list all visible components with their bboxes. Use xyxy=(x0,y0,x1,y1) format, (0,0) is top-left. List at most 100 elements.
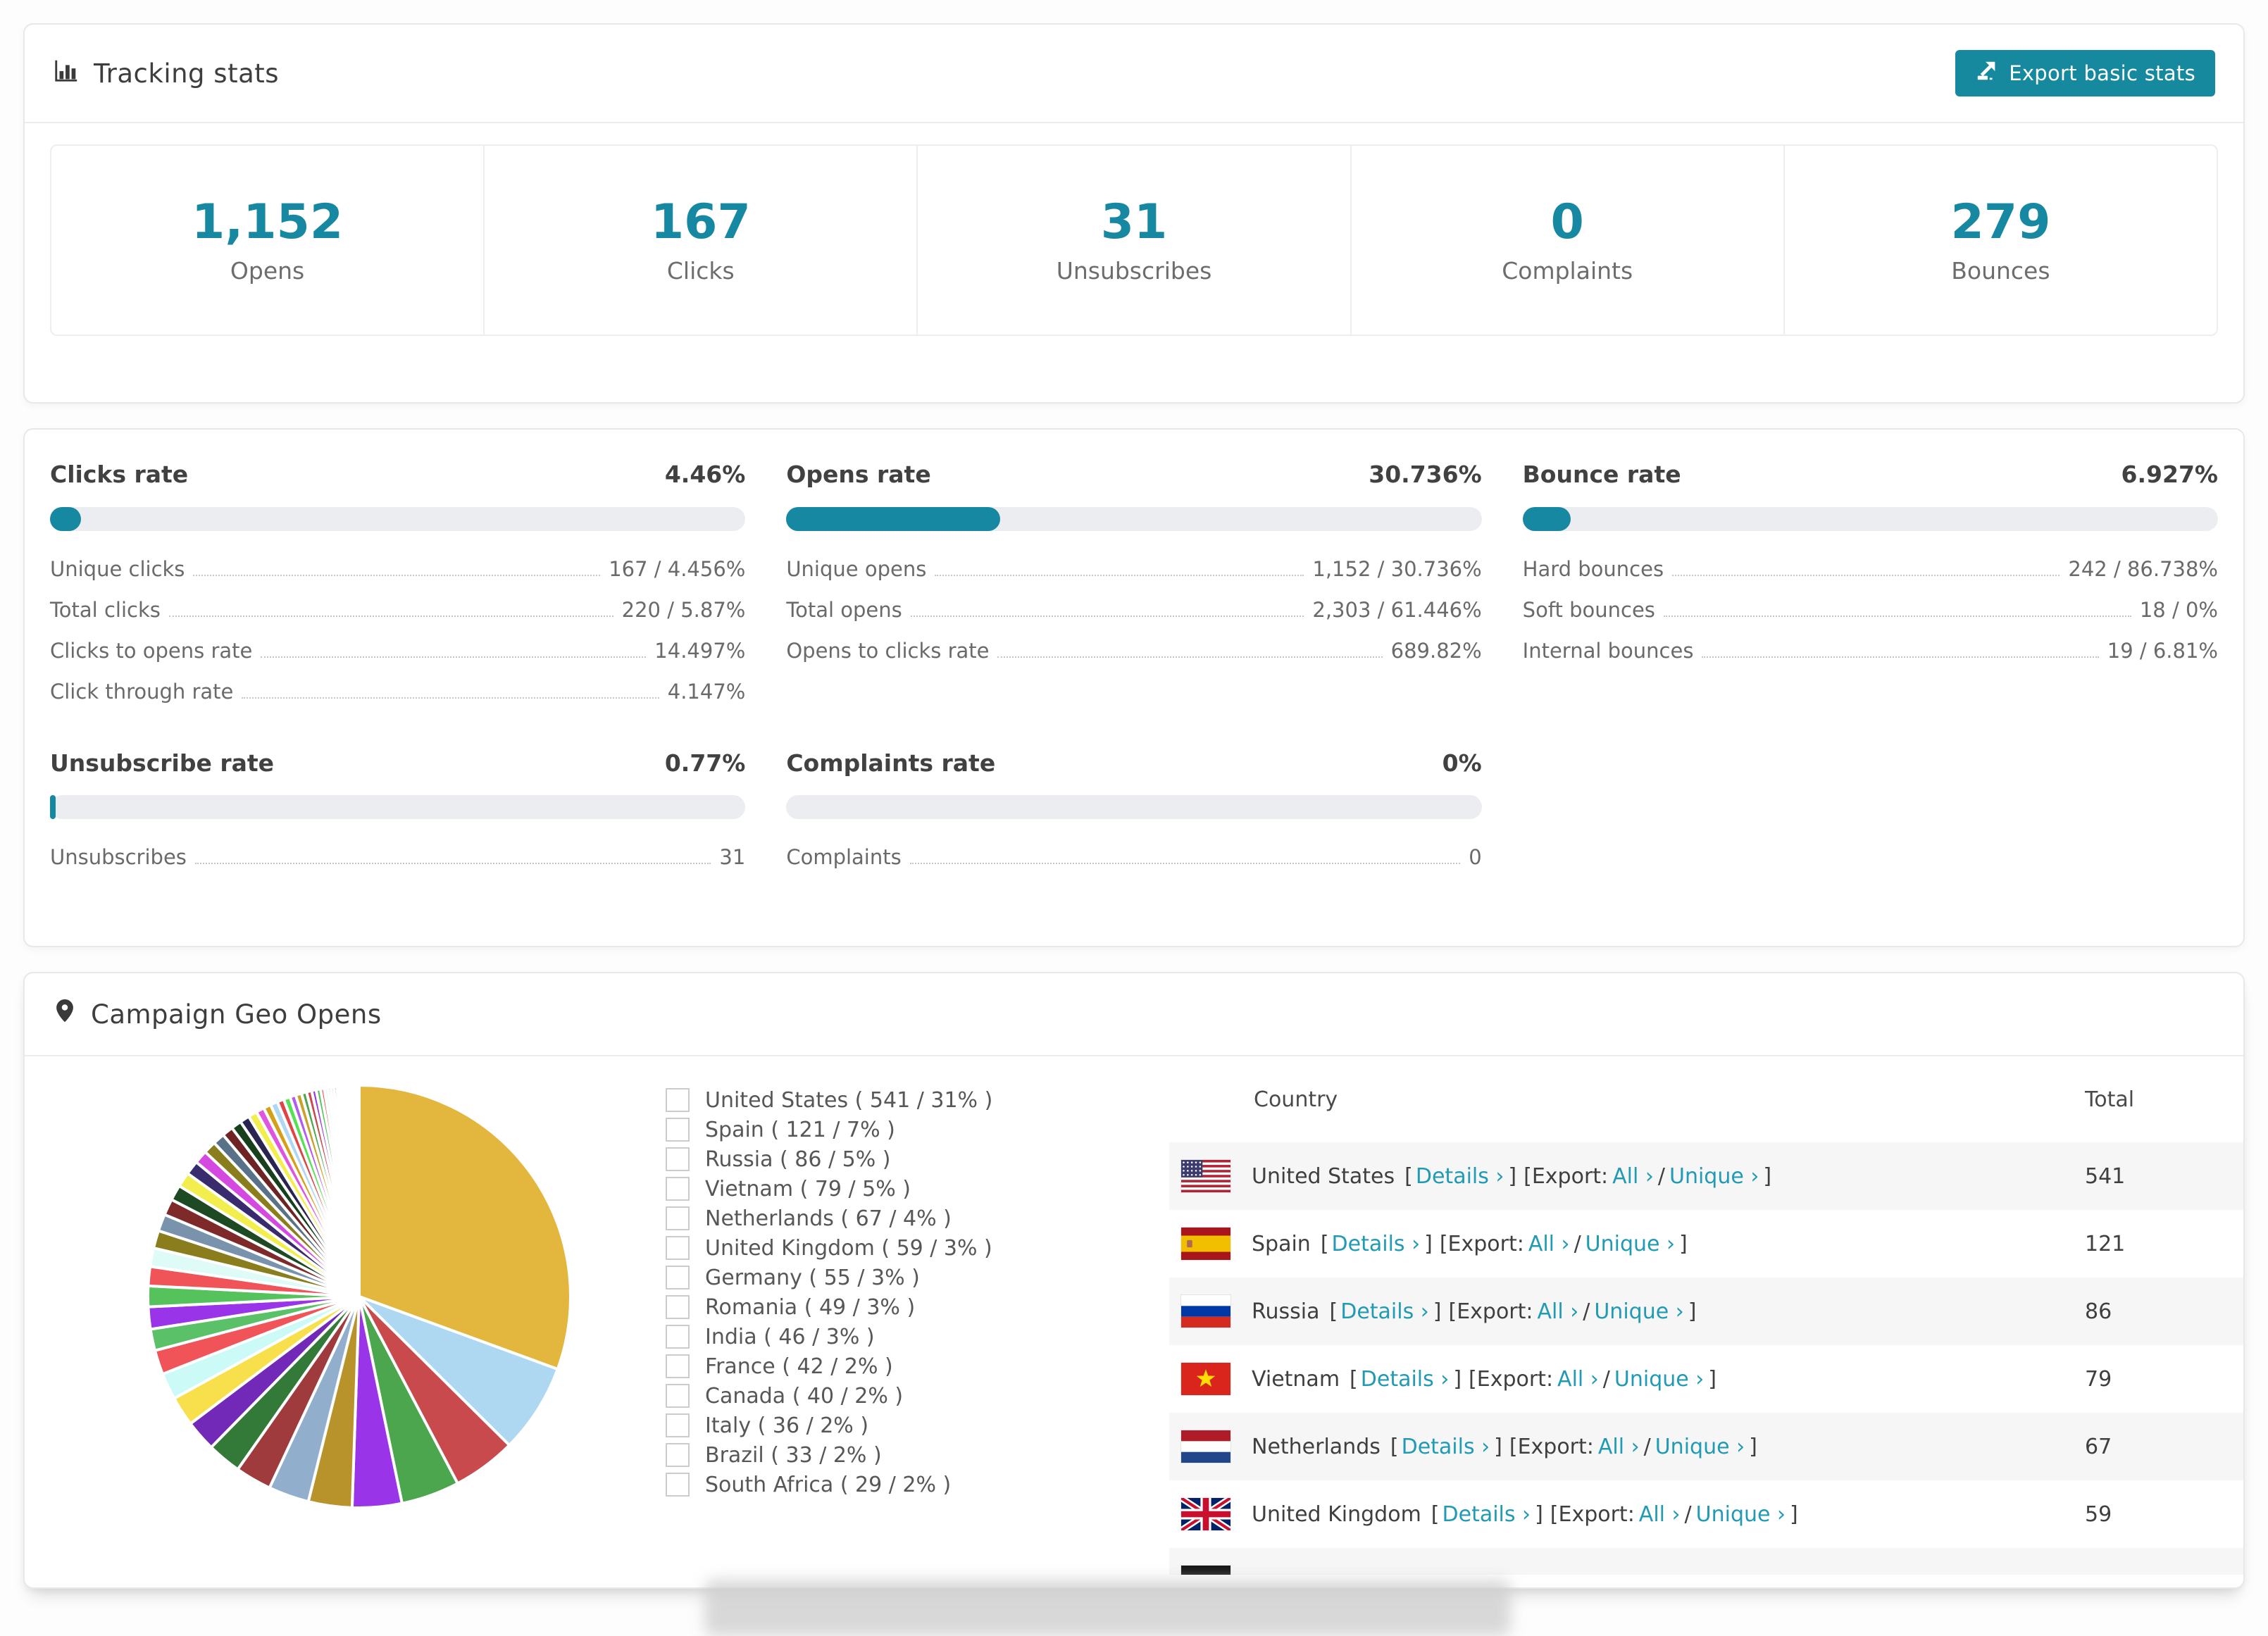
dotted-leader xyxy=(242,697,659,699)
export-all-link[interactable]: All › xyxy=(1538,1299,1579,1324)
rate-detail-row: Unique opens 1,152 / 30.736% xyxy=(786,556,1481,581)
legend-item: United States ( 541 / 31% ) xyxy=(666,1085,1032,1115)
rates-card: Clicks rate 4.46% Unique clicks 167 / 4.456… xyxy=(23,428,2245,947)
geo-title: Campaign Geo Opens xyxy=(91,999,382,1030)
country-header-cell: Country xyxy=(1254,1087,1338,1112)
export-unique-link[interactable]: Unique › xyxy=(1669,1164,1759,1189)
campaign-geo-opens-card: Campaign Geo Opens United States ( 541 /… xyxy=(23,972,2245,1589)
legend-item: South Africa ( 29 / 2% ) xyxy=(666,1470,1032,1499)
dotted-leader xyxy=(909,863,1461,865)
dotted-leader xyxy=(194,863,711,865)
details-link[interactable]: Details › xyxy=(1361,1367,1450,1392)
stat-value: 279 xyxy=(1950,194,2051,250)
export-unique-link[interactable]: Unique › xyxy=(1696,1502,1786,1527)
rate-detail-row: Total clicks 220 / 5.87% xyxy=(50,597,745,622)
tracking-stats-card: Tracking stats Export basic stats 1,152 O… xyxy=(23,23,2245,404)
offscreen-element-shadow xyxy=(704,1580,1511,1636)
export-all-link[interactable]: All › xyxy=(1612,1164,1654,1189)
rate-detail-label: Unique clicks xyxy=(50,556,185,581)
country-name: United Kingdom xyxy=(1252,1501,1421,1527)
dotted-leader xyxy=(935,574,1304,576)
geo-legend: United States ( 541 / 31% ) Spain ( 121 /… xyxy=(666,1085,1032,1499)
map-pin-icon xyxy=(53,997,77,1032)
rate-detail-row: Internal bounces 19 / 6.81% xyxy=(1523,640,2218,661)
rate-detail-value: 689.82% xyxy=(1390,638,1482,663)
legend-label: Russia ( 86 / 5% ) xyxy=(705,1147,891,1172)
legend-label: Spain ( 121 / 7% ) xyxy=(705,1117,895,1142)
rate-detail-value: 14.497% xyxy=(654,638,746,663)
legend-item: Vietnam ( 79 / 5% ) xyxy=(666,1174,1032,1204)
total-cell: 59 xyxy=(2085,1501,2112,1527)
rate-block-opens-rate: Opens rate 30.736% Unique opens 1,152 / 30.… xyxy=(786,461,1482,723)
rate-detail-label: Soft bounces xyxy=(1522,597,1655,622)
stat-label: Clicks xyxy=(666,256,735,285)
export-all-link[interactable]: All › xyxy=(1557,1367,1599,1392)
export-unique-link[interactable]: Unique › xyxy=(1614,1367,1704,1392)
export-icon xyxy=(1975,59,1999,88)
country-flag-icon xyxy=(1180,1497,1231,1531)
rate-detail-value: 167 / 4.456% xyxy=(609,556,746,581)
details-link[interactable]: Details › xyxy=(1402,1435,1490,1459)
details-link[interactable]: Details › xyxy=(1443,1502,1531,1527)
country-name: Vietnam xyxy=(1252,1366,1340,1392)
rate-title: Unsubscribe rate xyxy=(50,749,275,777)
legend-swatch xyxy=(666,1443,690,1467)
legend-item: Russia ( 86 / 5% ) xyxy=(666,1144,1032,1174)
total-cell: 121 xyxy=(2085,1231,2126,1256)
stat-label: Unsubscribes xyxy=(1056,256,1212,285)
rate-block-unsubscribe-rate: Unsubscribe rate 0.77% Unsubscribes 31 xyxy=(50,749,746,889)
progress-bar-track xyxy=(50,506,746,531)
geo-header: Campaign Geo Opens xyxy=(25,973,2243,1056)
table-row: United States[Details ›] [Export: All › / Un… xyxy=(1169,1142,2243,1210)
rate-value: 30.736% xyxy=(1369,461,1482,488)
page-title: Tracking stats xyxy=(94,58,280,89)
export-unique-link[interactable]: Unique › xyxy=(1585,1232,1675,1256)
table-row: Russia[Details ›] [Export: All › / Unique ›]… xyxy=(1169,1278,2243,1345)
stat-value: 0 xyxy=(1550,194,1584,250)
rate-detail-label: Unique opens xyxy=(786,556,927,581)
export-all-link[interactable]: All › xyxy=(1598,1435,1640,1459)
rate-detail-value: 242 / 86.738% xyxy=(2068,556,2218,581)
export-all-link[interactable]: All › xyxy=(1639,1502,1681,1527)
rate-detail-row: Hard bounces 242 / 86.738% xyxy=(1523,556,2218,581)
legend-item: Brazil ( 33 / 2% ) xyxy=(666,1440,1032,1470)
export-unique-link[interactable]: Unique › xyxy=(1594,1299,1683,1324)
details-link[interactable]: Details › xyxy=(1340,1299,1429,1324)
rate-title: Clicks rate xyxy=(50,461,189,488)
rates-grid: Clicks rate 4.46% Unique clicks 167 / 4.456… xyxy=(25,430,2243,888)
export-basic-stats-button[interactable]: Export basic stats xyxy=(1955,50,2215,96)
legend-swatch xyxy=(666,1206,690,1230)
tracking-stats-title: Tracking stats xyxy=(53,57,279,90)
total-cell: 79 xyxy=(2085,1366,2112,1392)
dotted-leader xyxy=(261,656,647,658)
export-unique-link[interactable]: Unique › xyxy=(1655,1435,1745,1459)
rate-detail-row: Total opens 2,303 / 61.446% xyxy=(786,599,1481,620)
legend-label: United States ( 541 / 31% ) xyxy=(705,1087,993,1113)
rate-detail-label: Total clicks xyxy=(50,597,161,622)
table-row xyxy=(1169,1548,2243,1575)
legend-swatch xyxy=(666,1147,690,1171)
table-rows: United States[Details ›] [Export: All › / Un… xyxy=(1169,1142,2243,1575)
country-flag-icon xyxy=(1180,1565,1231,1575)
details-link[interactable]: Details › xyxy=(1416,1164,1504,1189)
progress-bar-track xyxy=(50,795,746,820)
rate-block-complaints-rate: Complaints rate 0% Complaints 0 xyxy=(786,749,1482,889)
geo-body: United States ( 541 / 31% ) Spain ( 121 /… xyxy=(25,1056,2243,1575)
legend-label: Romania ( 49 / 3% ) xyxy=(705,1294,916,1320)
legend-item: Canada ( 40 / 2% ) xyxy=(666,1381,1032,1411)
rate-title: Bounce rate xyxy=(1522,461,1681,488)
details-link[interactable]: Details › xyxy=(1332,1232,1421,1256)
progress-bar-track xyxy=(786,506,1482,531)
legend-item: India ( 46 / 3% ) xyxy=(666,1322,1032,1351)
legend-swatch xyxy=(666,1118,690,1142)
table-header: Country Total xyxy=(1169,1056,2243,1142)
dotted-leader xyxy=(997,656,1383,658)
country-name: Netherlands xyxy=(1252,1434,1381,1459)
country-flag-icon xyxy=(1180,1430,1231,1463)
rate-detail-row: Clicks to opens rate 14.497% xyxy=(50,638,746,663)
legend-swatch xyxy=(666,1177,690,1201)
export-all-link[interactable]: All › xyxy=(1528,1232,1570,1256)
progress-bar-fill xyxy=(1522,506,1571,531)
rate-detail-label: Complaints xyxy=(786,845,902,870)
rate-detail-label: Opens to clicks rate xyxy=(786,638,990,663)
